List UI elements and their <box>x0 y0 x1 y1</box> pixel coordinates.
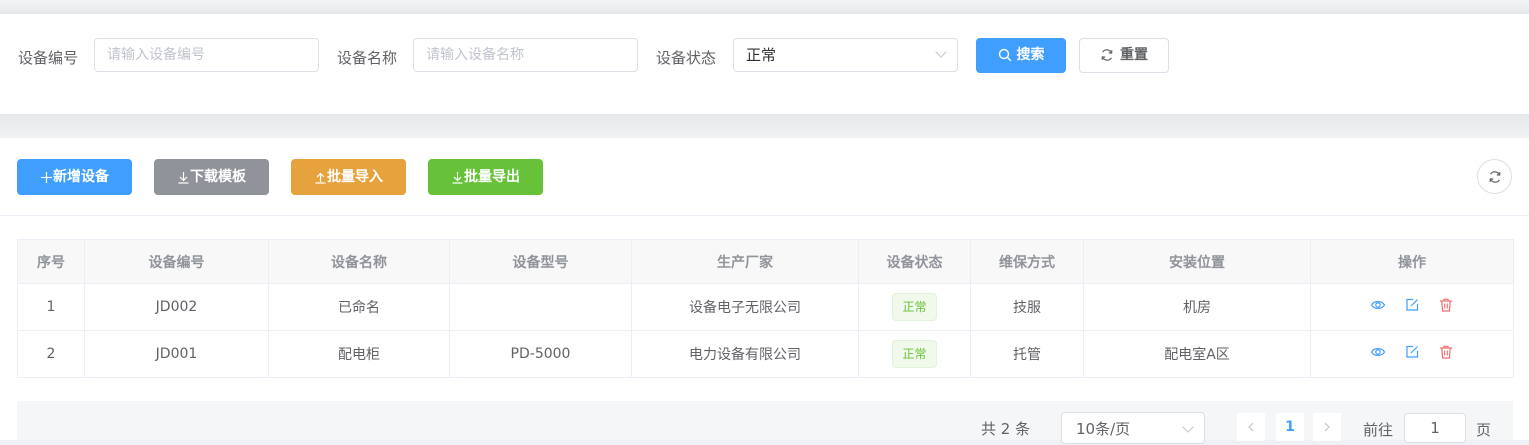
device-status-value: 正常 <box>746 46 777 64</box>
download-template-label: 下载模板 <box>190 169 246 185</box>
cell-manufacturer: 设备电子无限公司 <box>631 283 859 331</box>
upload-icon <box>315 172 326 184</box>
batch-import-label: 批量导入 <box>327 169 383 185</box>
prev-page-button[interactable] <box>1237 413 1265 441</box>
column-header: 设备编号 <box>84 239 269 284</box>
cell-location: 配电室A区 <box>1083 330 1311 378</box>
next-page-button[interactable] <box>1313 413 1341 441</box>
device-code-placeholder: 请输入设备编号 <box>107 47 205 63</box>
device-code-label: 设备编号 <box>18 49 79 67</box>
cell-status: 正常 <box>858 330 971 378</box>
reset-button[interactable]: 重置 <box>1079 38 1169 73</box>
device-name-input[interactable]: 请输入设备名称 <box>413 38 638 72</box>
search-icon <box>998 48 1011 62</box>
search-panel: 设备编号 请输入设备编号 设备名称 请输入设备名称 设备状态 正常 搜索 重置 <box>0 14 1529 114</box>
main-panel: 新增设备 下载模板 批量导入 批量导出 序号 设备编号 设备名称 设备型号 生产… <box>0 138 1529 444</box>
delete-icon[interactable] <box>1438 297 1454 313</box>
pagination-total: 共 2 条 <box>981 420 1031 438</box>
table-header-row: 序号 设备编号 设备名称 设备型号 生产厂家 设备状态 维保方式 安装位置 操作 <box>17 239 1514 284</box>
edit-icon[interactable] <box>1404 297 1420 313</box>
cell-actions <box>1310 283 1514 331</box>
download-icon <box>452 171 463 184</box>
refresh-icon <box>1101 49 1113 61</box>
panel-gap <box>0 114 1529 138</box>
view-icon[interactable] <box>1370 297 1386 313</box>
goto-suffix: 页 <box>1476 421 1492 439</box>
view-icon[interactable] <box>1370 344 1386 360</box>
cell-location: 机房 <box>1083 283 1311 331</box>
batch-import-button[interactable]: 批量导入 <box>291 159 406 195</box>
column-header: 序号 <box>17 239 85 284</box>
goto-page-input[interactable]: 1 <box>1404 413 1466 443</box>
page-size-value: 10条/页 <box>1076 420 1131 438</box>
download-icon <box>178 171 189 184</box>
add-device-button[interactable]: 新增设备 <box>17 159 132 195</box>
refresh-table-button[interactable] <box>1477 159 1512 194</box>
search-button-label: 搜索 <box>1016 47 1045 63</box>
edit-icon[interactable] <box>1404 344 1420 360</box>
device-name-label: 设备名称 <box>337 49 398 67</box>
goto-prefix: 前往 <box>1363 421 1394 439</box>
column-header: 生产厂家 <box>631 239 859 284</box>
cell-model <box>449 283 632 331</box>
cell-actions <box>1310 330 1514 378</box>
cell-code: JD002 <box>84 283 269 331</box>
reset-button-label: 重置 <box>1120 47 1148 63</box>
table-row: 2 JD001 配电柜 PD-5000 电力设备有限公司 正常 托管 配电室A区 <box>17 330 1514 378</box>
toolbar-divider <box>0 215 1529 216</box>
column-header: 设备名称 <box>268 239 450 284</box>
cell-model: PD-5000 <box>449 330 632 378</box>
cell-code: JD001 <box>84 330 269 378</box>
cell-status: 正常 <box>858 283 971 331</box>
column-header: 安装位置 <box>1083 239 1311 284</box>
cell-index: 1 <box>17 283 85 331</box>
device-code-input[interactable]: 请输入设备编号 <box>94 38 319 72</box>
cell-index: 2 <box>17 330 85 378</box>
device-status-select[interactable]: 正常 <box>733 38 958 72</box>
column-header: 操作 <box>1310 239 1514 284</box>
add-device-label: 新增设备 <box>53 169 109 185</box>
download-template-button[interactable]: 下载模板 <box>154 159 269 195</box>
chevron-right-icon <box>1324 422 1330 432</box>
column-header: 设备状态 <box>858 239 971 284</box>
chevron-left-icon <box>1248 422 1254 432</box>
delete-icon[interactable] <box>1438 344 1454 360</box>
chevron-down-icon <box>935 46 947 58</box>
status-badge: 正常 <box>892 293 937 321</box>
page-size-select[interactable]: 10条/页 <box>1061 412 1205 444</box>
device-table: 序号 设备编号 设备名称 设备型号 生产厂家 设备状态 维保方式 安装位置 操作… <box>17 239 1514 378</box>
cell-maintenance: 托管 <box>970 330 1084 378</box>
search-button[interactable]: 搜索 <box>976 38 1066 73</box>
device-name-placeholder: 请输入设备名称 <box>426 47 524 63</box>
chevron-down-icon <box>1182 421 1194 433</box>
batch-export-label: 批量导出 <box>464 169 520 185</box>
cell-name: 配电柜 <box>268 330 450 378</box>
cell-manufacturer: 电力设备有限公司 <box>631 330 859 378</box>
table-row: 1 JD002 已命名 设备电子无限公司 正常 技服 机房 <box>17 283 1514 331</box>
top-band <box>0 0 1529 14</box>
plus-icon <box>41 171 52 183</box>
pagination: 共 2 条 10条/页 1 前往 1 页 <box>17 401 1513 444</box>
device-status-label: 设备状态 <box>656 49 717 67</box>
cell-maintenance: 技服 <box>970 283 1084 331</box>
column-header: 维保方式 <box>970 239 1084 284</box>
cell-name: 已命名 <box>268 283 450 331</box>
page-number-current[interactable]: 1 <box>1276 413 1304 441</box>
column-header: 设备型号 <box>449 239 632 284</box>
batch-export-button[interactable]: 批量导出 <box>428 159 543 195</box>
refresh-icon <box>1489 171 1501 183</box>
status-badge: 正常 <box>892 340 937 368</box>
